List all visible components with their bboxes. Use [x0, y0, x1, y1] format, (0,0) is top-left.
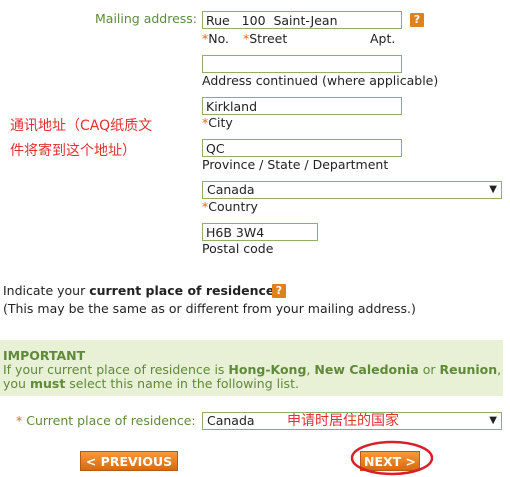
address-continued-label: Address continued (where applicable) — [202, 73, 439, 88]
residence-intro-bold: current place of residence — [89, 283, 275, 298]
important-notice: IMPORTANT If your current place of resid… — [0, 340, 503, 396]
street-input[interactable] — [202, 11, 402, 29]
dropdown-arrow-icon: ▼ — [489, 184, 497, 195]
annotation-mailing-line2: 件将寄到这个地址） — [10, 143, 136, 159]
postal-code-input[interactable] — [202, 223, 318, 241]
address-continued-input[interactable] — [202, 55, 402, 73]
current-residence-value: Canada — [207, 413, 255, 428]
country-label: Country — [208, 199, 258, 214]
street-sublabels: *No. — [202, 31, 230, 46]
previous-button[interactable]: < PREVIOUS — [80, 451, 178, 471]
no-label: No. — [208, 31, 230, 46]
country-select[interactable]: Canada ▼ — [202, 181, 502, 199]
postal-code-label: Postal code — [202, 241, 274, 256]
street-sublabel: *Street — [243, 31, 288, 46]
dropdown-arrow-icon: ▼ — [489, 415, 497, 426]
city-input[interactable] — [202, 97, 402, 115]
apt-label: Apt. — [370, 31, 396, 46]
annotation-residence: 申请时居住的国家 — [287, 413, 399, 429]
country-sublabel: *Country — [202, 199, 258, 214]
mailing-help-icon[interactable]: ? — [410, 13, 424, 27]
province-label: Province / State / Department — [202, 157, 389, 172]
street-label: Street — [249, 31, 288, 46]
province-input[interactable] — [202, 139, 402, 157]
important-line1: If your current place of residence is Ho… — [3, 362, 502, 377]
current-residence-label: * Current place of residence: — [16, 413, 196, 428]
annotation-mailing-line1: 通讯地址（CAQ纸质文 — [10, 118, 153, 134]
important-line2: you must select this name in the followi… — [3, 376, 299, 391]
important-title: IMPORTANT — [3, 348, 86, 363]
city-sublabel: *City — [202, 115, 233, 130]
next-highlight-circle — [350, 440, 434, 476]
residence-help-icon[interactable]: ? — [272, 284, 286, 298]
residence-note: (This may be the same as or different fr… — [3, 301, 416, 316]
residence-intro: Indicate your current place of residence… — [3, 283, 278, 298]
city-label: City — [208, 115, 233, 130]
mailing-address-label: Mailing address: — [95, 11, 198, 26]
country-select-value: Canada — [207, 182, 255, 197]
